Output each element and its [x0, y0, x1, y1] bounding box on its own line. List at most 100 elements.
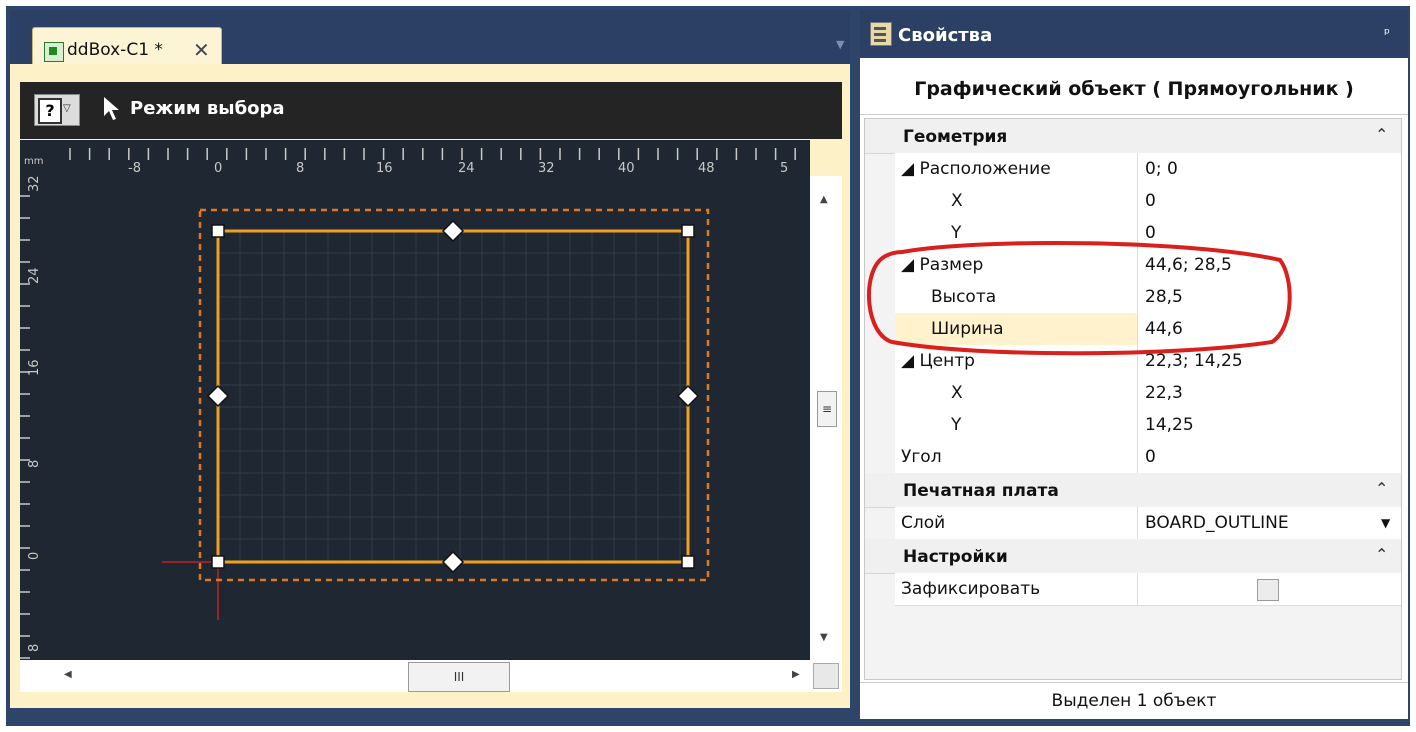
handle-top-right: [681, 224, 695, 238]
category-pcb[interactable]: Печатная плата ⌃: [865, 473, 1401, 508]
property-value[interactable]: 0: [1145, 217, 1156, 249]
properties-panel: Свойства ᵖ Графический объект ( Прямоуго…: [860, 10, 1408, 719]
row-width[interactable]: Ширина 44,6: [895, 313, 1401, 346]
row-lock[interactable]: Зафиксировать: [895, 573, 1401, 606]
ruler-label: 24: [27, 267, 42, 284]
handle-left-mid: [206, 384, 230, 408]
property-key: Слой: [895, 507, 1138, 539]
property-value[interactable]: 44,6: [1145, 313, 1183, 345]
category-label: Настройки: [903, 547, 1008, 567]
category-label: Печатная плата: [903, 481, 1059, 501]
vertical-scroll-thumb[interactable]: ≡: [817, 391, 837, 427]
vertical-ruler: [20, 195, 30, 659]
property-key: Y: [895, 217, 1138, 249]
handle-bottom-right: [681, 555, 695, 569]
property-value[interactable]: 28,5: [1145, 281, 1183, 313]
ruler-label: 5: [780, 161, 788, 176]
collapse-icon[interactable]: ⌃: [1375, 545, 1388, 564]
row-location-y[interactable]: Y0: [895, 217, 1401, 250]
ruler-label: 0: [214, 161, 222, 176]
tab-list-dropdown-icon[interactable]: ▼: [836, 38, 844, 51]
property-key: ◢ Расположение: [895, 153, 1138, 185]
property-key: Y: [895, 409, 1138, 441]
scroll-up-icon[interactable]: ▲: [820, 194, 828, 205]
help-icon: ?: [38, 98, 62, 124]
horizontal-scrollbar[interactable]: ◀ III ▶: [20, 660, 810, 692]
pointer-icon[interactable]: [102, 96, 120, 122]
collapse-icon[interactable]: ⌃: [1375, 479, 1388, 498]
selection-mode-label[interactable]: Режим выбора: [130, 98, 285, 119]
property-grid: Геометрия ⌃ ◢ Расположение 0; 0 X0 Y0 ◢ Р…: [864, 118, 1402, 680]
ruler-label: 8: [296, 161, 304, 176]
canvas-drawing: -8 0 8 16 24 32 40 48 5 mm 32 24 16 8 0 8: [20, 140, 810, 659]
property-value[interactable]: 0: [1145, 441, 1156, 473]
layer-select[interactable]: BOARD_OUTLINE: [1145, 507, 1289, 539]
scroll-corner: [810, 660, 842, 692]
ruler-label: 24: [458, 161, 475, 176]
property-value[interactable]: 0: [1145, 185, 1156, 217]
property-key: Зафиксировать: [895, 573, 1138, 605]
property-value[interactable]: 22,3; 14,25: [1145, 345, 1243, 377]
ruler-label: 32: [27, 175, 42, 192]
ruler-label: -8: [128, 161, 141, 176]
selection-box: [198, 208, 710, 582]
row-height[interactable]: Высота 28,5: [895, 281, 1401, 314]
object-title: Графический объект ( Прямоугольник ): [860, 58, 1408, 115]
scroll-right-icon[interactable]: ▶: [792, 669, 800, 680]
properties-icon: [870, 22, 892, 46]
handle-bottom-left: [211, 555, 225, 569]
handle-right-mid: [676, 384, 700, 408]
row-location-x[interactable]: X0: [895, 185, 1401, 218]
chevron-down-icon[interactable]: ▼: [1381, 507, 1390, 539]
editor-toolbar: ? ▽ Режим выбора: [20, 82, 842, 139]
row-center-y[interactable]: Y 14,25: [895, 409, 1401, 442]
scroll-down-icon[interactable]: ▼: [820, 632, 828, 643]
property-key: ◢ Размер: [895, 249, 1138, 281]
property-key: Высота: [895, 281, 1138, 313]
chevron-down-icon: ▽: [63, 103, 71, 114]
property-key: X: [895, 377, 1138, 409]
ruler-label: 48: [698, 161, 715, 176]
handle-top-left: [211, 224, 225, 238]
properties-header: Свойства ᵖ: [860, 10, 1408, 58]
ruler-label: 16: [27, 359, 42, 376]
row-layer[interactable]: Слой BOARD_OUTLINE ▼: [895, 507, 1401, 540]
board-outline-rect: [216, 229, 690, 564]
row-center[interactable]: ◢ Центр 22,3; 14,25: [895, 345, 1401, 378]
horizontal-scroll-thumb[interactable]: III: [408, 662, 510, 692]
property-value[interactable]: 22,3: [1145, 377, 1183, 409]
ruler-label: 40: [618, 161, 635, 176]
selection-status: Выделен 1 объект: [860, 682, 1408, 719]
row-center-x[interactable]: X 22,3: [895, 377, 1401, 410]
vertical-scrollbar[interactable]: ▲ ≡ ▼: [810, 176, 842, 660]
row-size[interactable]: ◢ Размер 44,6; 28,5: [895, 249, 1401, 282]
document-tab-bar: ddBox-C1 * ✕ ▼: [10, 10, 850, 76]
property-value[interactable]: 0; 0: [1145, 153, 1178, 185]
property-key: Ширина: [895, 313, 1138, 345]
pcb-file-icon: [44, 42, 64, 62]
category-settings[interactable]: Настройки ⌃: [865, 539, 1401, 574]
help-button[interactable]: ? ▽: [34, 94, 80, 126]
ruler-label: 8: [27, 460, 42, 468]
row-angle[interactable]: Угол 0: [895, 441, 1401, 474]
category-label: Геометрия: [903, 127, 1008, 147]
property-value[interactable]: 44,6; 28,5: [1145, 249, 1232, 281]
category-geometry[interactable]: Геометрия ⌃: [865, 119, 1401, 154]
collapse-icon[interactable]: ⌃: [1375, 125, 1388, 144]
ruler-unit: mm: [24, 156, 43, 167]
properties-title: Свойства: [898, 25, 993, 46]
ruler-label: 16: [376, 161, 393, 176]
property-key: X: [895, 185, 1138, 217]
row-location[interactable]: ◢ Расположение 0; 0: [895, 153, 1401, 186]
tab-title: ddBox-C1 *: [67, 40, 163, 60]
ruler-label: 32: [538, 161, 555, 176]
scroll-left-icon[interactable]: ◀: [64, 669, 72, 680]
ruler-label: 0: [27, 552, 42, 560]
ruler-label: 8: [27, 644, 42, 652]
property-key: Угол: [895, 441, 1138, 473]
close-icon[interactable]: ✕: [193, 38, 210, 62]
pin-icon[interactable]: ᵖ: [1384, 26, 1390, 42]
pcb-canvas[interactable]: -8 0 8 16 24 32 40 48 5 mm 32 24 16 8 0 8: [20, 140, 810, 660]
property-value[interactable]: 14,25: [1145, 409, 1194, 441]
lock-checkbox[interactable]: [1257, 579, 1279, 601]
